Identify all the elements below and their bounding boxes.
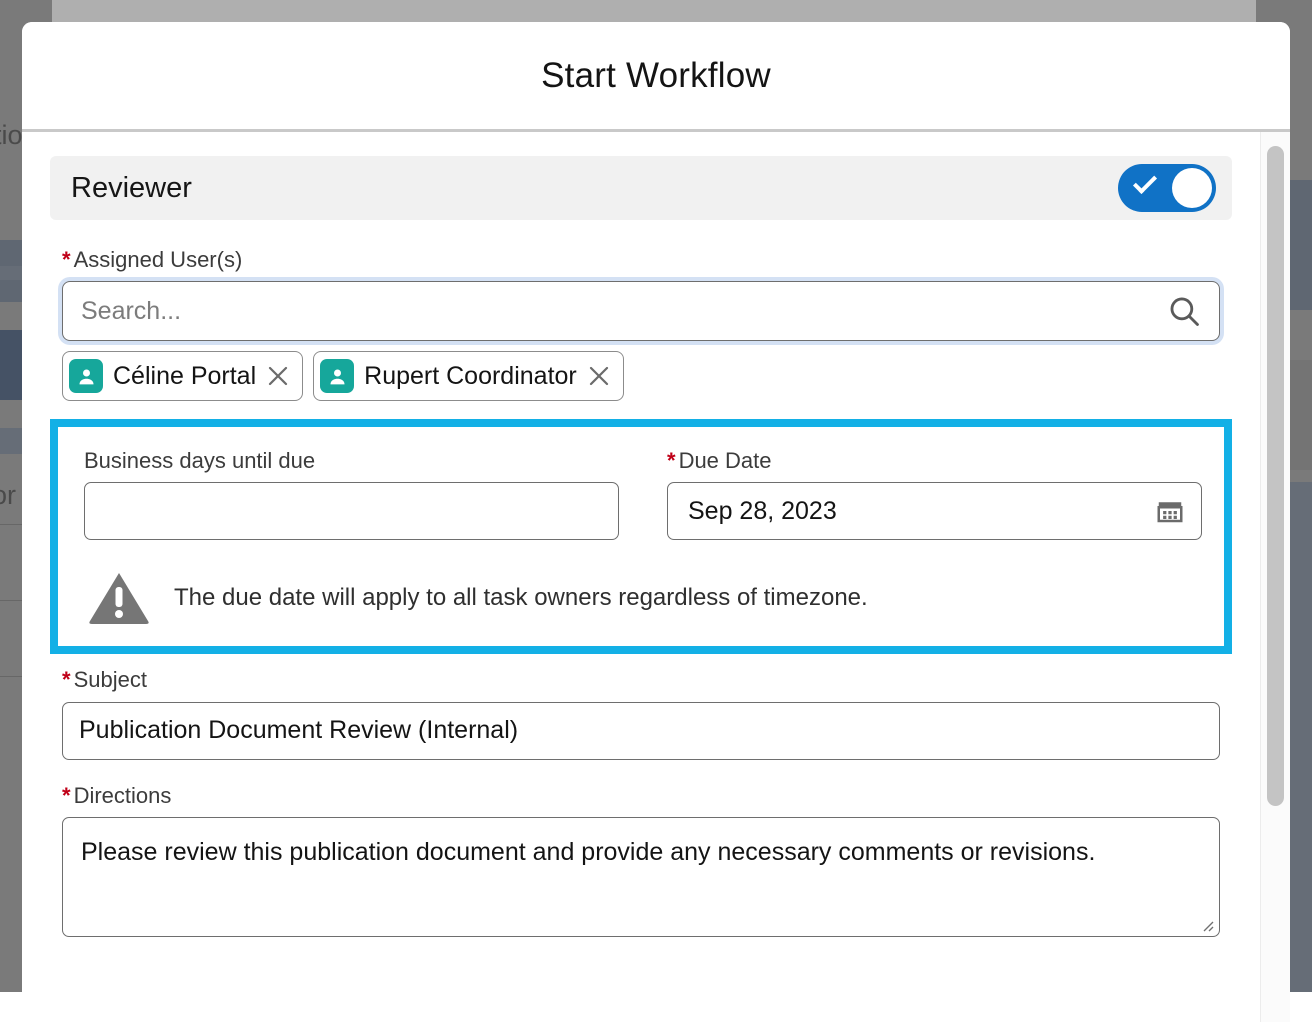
due-date-warning: The due date will apply to all task owne… [84,570,1202,626]
subject-input[interactable]: Publication Document Review (Internal) [62,702,1220,760]
modal-header: Start Workflow [22,22,1290,132]
subject-field: *Subject Publication Document Review (In… [50,668,1232,759]
modal-scrollbar-track[interactable] [1260,132,1290,1022]
assigned-users-chip-list: Céline Portal Ruper [62,351,1220,401]
modal-body: Reviewer *Assigned User(s) Search... [22,132,1260,1022]
directions-field: *Directions Please review this publicati… [50,784,1232,937]
business-days-input[interactable] [84,482,619,540]
section-title: Reviewer [71,172,192,205]
directions-label-text: Directions [74,783,172,808]
search-icon[interactable] [1167,294,1201,328]
business-days-field: Business days until due [84,449,619,540]
search-placeholder: Search... [81,297,1167,326]
user-avatar-icon [320,359,354,393]
user-avatar-icon [69,359,103,393]
close-icon[interactable] [587,364,611,388]
due-date-label-text: Due Date [679,448,772,473]
assigned-users-field: *Assigned User(s) Search... [50,248,1232,401]
assigned-user-chip[interactable]: Céline Portal [62,351,303,401]
modal-scrollbar-thumb[interactable] [1267,146,1284,806]
due-date-label: *Due Date [667,449,1202,473]
directions-value: Please review this publication document … [81,838,1095,866]
assigned-users-label: *Assigned User(s) [62,248,1220,272]
business-days-label: Business days until due [84,449,619,473]
subject-label-text: Subject [74,667,147,692]
assigned-users-search-input[interactable]: Search... [62,281,1220,341]
reviewer-section-header: Reviewer [50,156,1232,220]
due-date-highlight-region: Business days until due *Due Date Sep 28… [50,419,1232,654]
modal-body-wrapper: Reviewer *Assigned User(s) Search... [22,132,1290,1022]
assigned-users-label-text: Assigned User(s) [74,247,243,272]
due-date-value: Sep 28, 2023 [688,497,837,526]
directions-textarea[interactable]: Please review this publication document … [62,817,1220,937]
due-date-input[interactable]: Sep 28, 2023 [667,482,1202,540]
subject-label: *Subject [62,668,1220,692]
due-date-row: Business days until due *Due Date Sep 28… [84,449,1202,540]
check-icon [1133,170,1157,194]
reviewer-enabled-toggle[interactable] [1118,164,1216,212]
assigned-user-name: Céline Portal [113,362,256,391]
close-icon[interactable] [266,364,290,388]
due-date-field: *Due Date Sep 28, 2023 [667,449,1202,540]
required-marker: * [62,247,71,272]
required-marker: * [62,667,71,692]
warning-triangle-icon [88,570,150,626]
start-workflow-modal: Start Workflow Reviewer *Assigned User(s… [22,22,1290,1022]
directions-label: *Directions [62,784,1220,808]
assigned-user-name: Rupert Coordinator [364,362,577,391]
assigned-user-chip[interactable]: Rupert Coordinator [313,351,624,401]
required-marker: * [62,783,71,808]
resize-handle-icon[interactable] [1198,916,1214,932]
subject-value: Publication Document Review (Internal) [79,716,518,745]
due-date-warning-text: The due date will apply to all task owne… [174,584,868,612]
page-title: Start Workflow [541,56,771,96]
calendar-icon[interactable] [1155,496,1185,526]
toggle-knob [1172,168,1212,208]
required-marker: * [667,448,676,473]
